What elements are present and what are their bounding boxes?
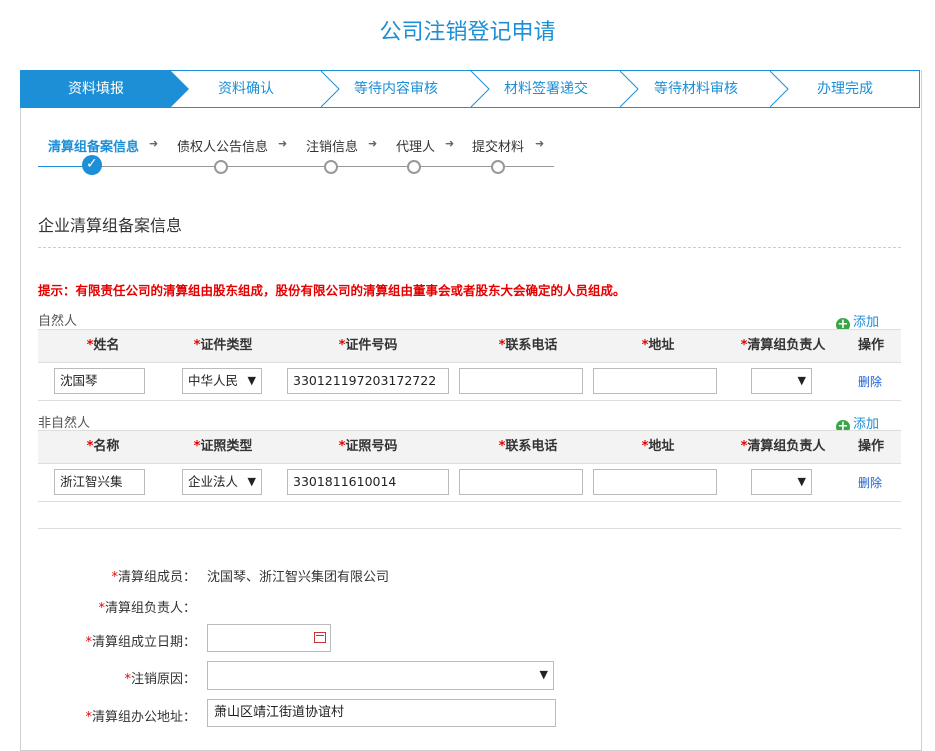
step-material-review: 等待材料审核 xyxy=(654,81,738,97)
substep-node xyxy=(324,160,338,174)
step-confirm-data: 资料确认 xyxy=(218,81,274,97)
phone-input[interactable] xyxy=(459,469,583,495)
calendar-icon[interactable] xyxy=(314,632,326,643)
col-header: *姓名 xyxy=(86,338,120,353)
section-title: 企业清算组备案信息 xyxy=(38,216,183,235)
name-input[interactable]: 浙江智兴集 xyxy=(54,469,145,495)
check-icon: ✓ xyxy=(82,155,102,175)
natural-person-label: 自然人 xyxy=(38,314,78,329)
page-title: 公司注销登记申请 xyxy=(379,20,556,45)
substep-node xyxy=(491,160,505,174)
substep-node xyxy=(407,160,421,174)
office-label: *清算组办公地址： xyxy=(85,710,196,725)
arrow-right-icon: ➜ xyxy=(149,137,159,150)
license-type-select[interactable]: 企业法人 xyxy=(182,469,262,495)
step-sign-submit: 材料签署递交 xyxy=(504,81,588,97)
col-header: *地址 xyxy=(641,439,675,454)
legal-table-header: *名称 *证照类型 *证照号码 *联系电话 *地址 *清算组负责人 操作 xyxy=(38,430,901,464)
members-value: 沈国琴、浙江智兴集团有限公司 xyxy=(207,570,390,585)
date-label: *清算组成立日期： xyxy=(85,635,196,650)
delete-link[interactable]: 删除 xyxy=(858,373,882,390)
legal-entity-label: 非自然人 xyxy=(38,416,91,431)
substep-progress-track xyxy=(90,166,554,167)
table-row: 浙江智兴集 企业法人 3301811610014 删除 xyxy=(38,463,901,502)
date-input[interactable] xyxy=(207,624,331,652)
col-header: *清算组负责人 xyxy=(740,338,826,353)
col-header: *名称 xyxy=(86,439,120,454)
leader-label: *清算组负责人： xyxy=(98,601,196,616)
substep-creditor-notice[interactable]: 债权人公告信息 xyxy=(177,136,268,155)
substep-liquidation-group[interactable]: 清算组备案信息 xyxy=(48,136,139,155)
leader-select[interactable] xyxy=(751,469,812,495)
col-header: *证照类型 xyxy=(193,439,253,454)
add-label: 添加 xyxy=(853,315,880,330)
divider xyxy=(38,247,901,248)
phone-input[interactable] xyxy=(459,368,583,394)
substep-submit-materials[interactable]: 提交材料 xyxy=(472,136,524,155)
reason-label: *注销原因： xyxy=(124,672,196,687)
substep-agent[interactable]: 代理人 xyxy=(396,136,435,155)
id-type-select[interactable]: 中华人民 xyxy=(182,368,262,394)
leader-select[interactable] xyxy=(751,368,812,394)
arrow-right-icon: ➜ xyxy=(445,137,455,150)
tip-text: 提示：有限责任公司的清算组由股东组成，股份有限公司的清算组由董事会或者股东大会确… xyxy=(38,283,626,298)
col-header: 操作 xyxy=(857,338,884,353)
col-header: *联系电话 xyxy=(498,439,558,454)
col-header: *清算组负责人 xyxy=(740,439,826,454)
substep-cancellation-info[interactable]: 注销信息 xyxy=(306,136,358,155)
members-label: *清算组成员： xyxy=(111,570,196,585)
col-header: *联系电话 xyxy=(498,338,558,353)
address-input[interactable] xyxy=(593,469,717,495)
step-fill-data: 资料填报 xyxy=(68,81,124,97)
arrow-right-icon: ➜ xyxy=(368,137,378,150)
arrow-right-icon: ➜ xyxy=(535,137,545,150)
col-header: *地址 xyxy=(641,338,675,353)
natural-table-header: *姓名 *证件类型 *证件号码 *联系电话 *地址 *清算组负责人 操作 xyxy=(38,329,901,363)
substep-node xyxy=(214,160,228,174)
col-header: *证件号码 xyxy=(338,338,398,353)
office-address-input[interactable]: 萧山区靖江街道协谊村 xyxy=(207,699,556,727)
delete-link[interactable]: 删除 xyxy=(858,474,882,491)
name-input[interactable]: 沈国琴 xyxy=(54,368,145,394)
col-header: *证件类型 xyxy=(193,338,253,353)
reason-select[interactable] xyxy=(207,661,554,690)
col-header: 操作 xyxy=(857,439,884,454)
license-number-input[interactable]: 3301811610014 xyxy=(287,469,449,495)
step-complete: 办理完成 xyxy=(817,81,873,97)
table-row: 沈国琴 中华人民 330121197203172722 删除 xyxy=(38,362,901,401)
address-input[interactable] xyxy=(593,368,717,394)
step-progress-bar: 资料填报 资料确认 等待内容审核 材料签署递交 等待材料审核 办理完成 xyxy=(20,70,920,108)
arrow-right-icon: ➜ xyxy=(278,137,288,150)
divider xyxy=(38,528,901,529)
step-content-review: 等待内容审核 xyxy=(354,81,438,97)
col-header: *证照号码 xyxy=(338,439,398,454)
id-number-input[interactable]: 330121197203172722 xyxy=(287,368,449,394)
